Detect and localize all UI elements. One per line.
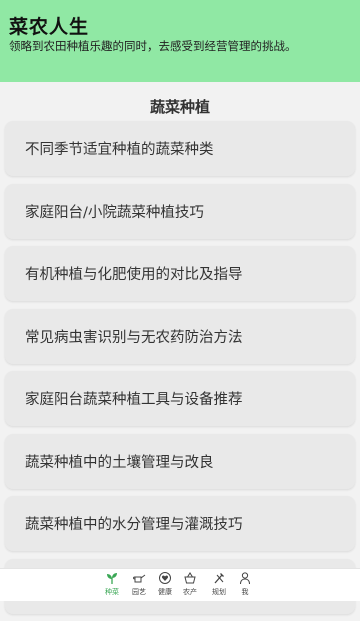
nav-item-gardening[interactable]: 园艺 [126,571,152,599]
nav-item-planning[interactable]: 规划 [206,571,232,599]
nav-label: 种菜 [105,588,119,596]
list-item[interactable]: 蔬菜种植中的水分管理与灌溉技巧 [5,496,355,551]
person-icon [232,571,258,585]
nav-item-me[interactable]: 我 [232,571,258,599]
bottom-nav: 种菜 园艺 健康 农产 规划 我 [0,568,360,601]
watering-can-icon [126,571,152,585]
list-item-label: 蔬菜种植中的土壤管理与改良 [25,454,214,471]
tools-icon [206,571,232,585]
nav-item-health[interactable]: 健康 [152,571,178,599]
list-item-label: 常见病虫害识别与无农药防治方法 [25,329,243,346]
list-item[interactable]: 常见病虫害识别与无农药防治方法 [5,308,355,364]
list-item-label: 家庭阳台/小院蔬菜种植技巧 [25,204,204,221]
section-title: 蔬菜种植 [149,98,210,116]
nav-item-produce[interactable]: 农产 [177,571,203,599]
app-subtitle: 领略到农田种植乐趣的同时，去感受到经营管理的挑战。 [9,39,297,53]
nav-label: 规划 [212,588,226,596]
list-item-label: 有机种植与化肥使用的对比及指导 [25,267,243,283]
basket-icon [177,571,203,585]
nav-item-planting[interactable]: 种菜 [99,571,125,599]
list-item-label: 家庭阳台蔬菜种植工具与设备推荐 [25,392,243,408]
list-item-label: 不同季节适宜种植的蔬菜种类 [25,142,214,158]
list-item[interactable]: 不同季节适宜种植的蔬菜种类 [5,121,355,176]
app-title: 菜农人生 [9,16,90,38]
nav-label: 园艺 [132,588,146,596]
heart-circle-icon [152,571,178,585]
sprout-icon [99,571,125,585]
list-item[interactable]: 家庭阳台蔬菜种植工具与设备推荐 [5,371,355,426]
list-item-label: 蔬菜种植中的水分管理与灌溉技巧 [25,517,243,533]
nav-label: 健康 [158,588,172,596]
app-header: 菜农人生 领略到农田种植乐趣的同时，去感受到经营管理的挑战。 [0,0,360,82]
topic-list: 不同季节适宜种植的蔬菜种类 家庭阳台/小院蔬菜种植技巧 有机种植与化肥使用的对比… [5,121,355,621]
nav-label: 我 [241,588,249,596]
list-item[interactable]: 家庭阳台/小院蔬菜种植技巧 [5,183,355,239]
list-item[interactable]: 有机种植与化肥使用的对比及指导 [5,246,355,301]
list-item[interactable]: 蔬菜种植中的土壤管理与改良 [5,433,355,489]
nav-label: 农产 [183,588,197,596]
